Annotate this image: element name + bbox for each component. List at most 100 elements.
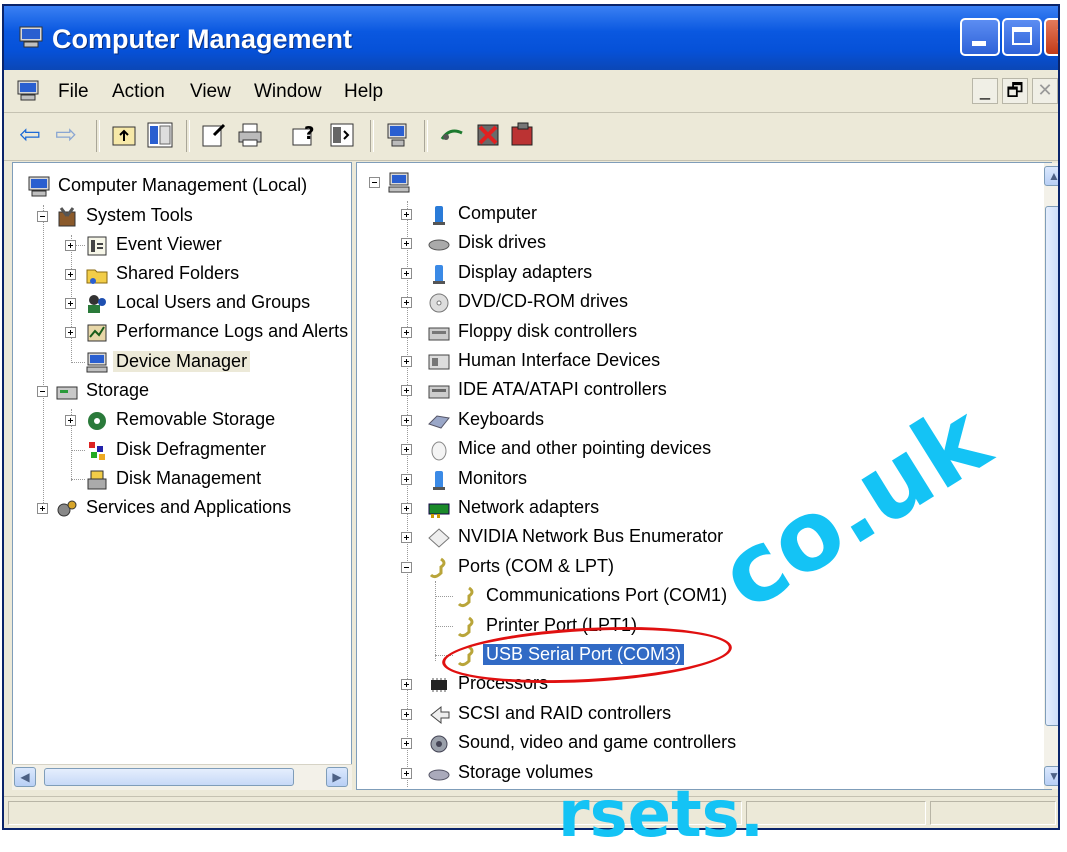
expand-toggle[interactable] bbox=[65, 327, 76, 338]
device-label: Floppy disk controllers bbox=[458, 320, 638, 341]
update-driver-icon[interactable] bbox=[438, 121, 466, 149]
mdi-restore-button[interactable]: 🗗 bbox=[1002, 78, 1028, 104]
computer-icon bbox=[388, 172, 410, 193]
disable-device-icon[interactable] bbox=[474, 121, 502, 149]
toolbar-separator bbox=[370, 120, 374, 152]
expand-toggle[interactable] bbox=[401, 385, 412, 397]
expand-toggle[interactable] bbox=[37, 503, 48, 514]
device-label: Network adapters bbox=[458, 497, 600, 517]
tree-item-label: Removable Storage bbox=[116, 409, 276, 429]
device-label: Computer bbox=[458, 203, 538, 223]
tools-icon bbox=[58, 207, 76, 227]
expand-toggle[interactable] bbox=[65, 415, 76, 426]
expand-toggle[interactable] bbox=[65, 298, 76, 309]
menu-view[interactable]: View bbox=[190, 81, 231, 103]
device-label: Display adapters bbox=[458, 261, 593, 282]
expand-toggle[interactable] bbox=[65, 269, 76, 280]
print-icon[interactable] bbox=[236, 121, 264, 149]
expand-toggle[interactable] bbox=[401, 267, 412, 279]
scsi-icon bbox=[430, 705, 450, 724]
up-folder-icon[interactable] bbox=[110, 121, 138, 149]
tree-item-label: Local Users and Groups bbox=[116, 292, 311, 312]
expand-toggle[interactable] bbox=[401, 503, 412, 514]
horizontal-scrollbar[interactable]: ◀ ▶ bbox=[12, 764, 352, 790]
close-button[interactable] bbox=[1044, 18, 1058, 56]
tree-item-label: Disk Defragmenter bbox=[116, 439, 267, 459]
menu-help[interactable]: Help bbox=[344, 81, 383, 103]
maximize-button[interactable] bbox=[1002, 18, 1042, 56]
uninstall-device-icon[interactable] bbox=[508, 121, 536, 149]
disk-drive-icon bbox=[428, 239, 450, 251]
toolbar: ⇦ ⇨ ? bbox=[4, 112, 1058, 161]
cdrom-icon bbox=[429, 293, 449, 313]
hid-icon bbox=[428, 354, 450, 370]
expand-toggle[interactable] bbox=[401, 326, 412, 338]
expand-toggle[interactable] bbox=[401, 532, 412, 544]
help-icon[interactable]: ? bbox=[290, 121, 318, 149]
collapse-toggle[interactable] bbox=[37, 386, 48, 397]
storage-icon bbox=[56, 386, 78, 400]
menu-action[interactable]: Action bbox=[112, 81, 165, 103]
services-icon bbox=[57, 500, 77, 517]
scroll-left-button[interactable]: ◀ bbox=[14, 767, 36, 787]
computer-management-menu-icon[interactable] bbox=[16, 80, 40, 102]
minimize-button[interactable] bbox=[960, 18, 1000, 56]
device-label: Monitors bbox=[458, 467, 528, 488]
expand-toggle[interactable] bbox=[401, 767, 412, 779]
title-bar[interactable]: Computer Management bbox=[4, 6, 1058, 70]
computer-icon bbox=[28, 176, 50, 197]
device-label: Ports (COM & LPT) bbox=[458, 555, 615, 576]
expand-toggle[interactable] bbox=[401, 738, 412, 750]
mdi-controls: _ 🗗 ✕ bbox=[972, 78, 1058, 104]
tree-item-label: Services and Applications bbox=[86, 497, 292, 517]
menu-file[interactable]: File bbox=[58, 81, 89, 103]
network-icon bbox=[428, 503, 450, 518]
horizontal-scroll-thumb[interactable] bbox=[44, 768, 294, 786]
mdi-minimize-button[interactable]: _ bbox=[972, 78, 998, 104]
scan-hardware-icon[interactable] bbox=[384, 121, 412, 149]
watermark-text: rsets. bbox=[558, 778, 765, 852]
floppy-icon bbox=[428, 327, 450, 341]
expand-toggle[interactable] bbox=[401, 238, 412, 250]
show-action-pane-icon[interactable] bbox=[328, 121, 356, 149]
expand-toggle[interactable] bbox=[65, 240, 76, 251]
expand-toggle[interactable] bbox=[401, 473, 412, 485]
expand-toggle[interactable] bbox=[401, 679, 412, 691]
mdi-close-button[interactable]: ✕ bbox=[1032, 78, 1058, 104]
console-tree-pane[interactable]: Computer Management (Local) System Tools… bbox=[12, 162, 352, 790]
tree-item-label: Device Manager bbox=[113, 351, 251, 372]
event-viewer-icon bbox=[87, 236, 107, 256]
expand-toggle[interactable] bbox=[401, 356, 412, 367]
collapse-toggle[interactable] bbox=[37, 211, 48, 222]
show-hide-console-tree-icon[interactable] bbox=[146, 121, 174, 149]
port-icon bbox=[457, 586, 474, 608]
properties-icon[interactable] bbox=[200, 121, 228, 149]
scroll-up-button[interactable]: ▲ bbox=[1044, 166, 1058, 186]
toolbar-separator bbox=[424, 120, 428, 152]
back-arrow-icon[interactable]: ⇦ bbox=[16, 121, 44, 149]
expand-toggle[interactable] bbox=[401, 297, 412, 309]
tree-item-label: Disk Management bbox=[116, 468, 262, 488]
expand-toggle[interactable] bbox=[401, 209, 412, 220]
device-label: Keyboards bbox=[458, 408, 545, 429]
device-label: Disk drives bbox=[458, 232, 547, 253]
tree-item-label: System Tools bbox=[86, 205, 193, 225]
scroll-right-button[interactable]: ▶ bbox=[326, 767, 348, 787]
status-bar bbox=[4, 796, 1058, 828]
scroll-down-button[interactable]: ▼ bbox=[1044, 766, 1058, 786]
device-label: IDE ATA/ATAPI controllers bbox=[458, 379, 667, 400]
expand-toggle[interactable] bbox=[401, 414, 412, 426]
collapse-toggle[interactable] bbox=[401, 561, 412, 573]
menu-window[interactable]: Window bbox=[254, 81, 322, 103]
expand-toggle[interactable] bbox=[401, 708, 412, 720]
vertical-scroll-thumb[interactable] bbox=[1045, 206, 1058, 726]
tree-item-label: Storage bbox=[86, 380, 150, 400]
forward-arrow-icon[interactable]: ⇨ bbox=[52, 121, 80, 149]
bus-icon bbox=[428, 528, 450, 549]
volume-icon bbox=[428, 769, 450, 781]
device-label: Communications Port (COM1) bbox=[486, 585, 728, 606]
defrag-icon bbox=[89, 442, 105, 460]
device-label: Sound, video and game controllers bbox=[458, 732, 737, 753]
collapse-toggle[interactable] bbox=[369, 177, 380, 188]
expand-toggle[interactable] bbox=[401, 444, 412, 456]
